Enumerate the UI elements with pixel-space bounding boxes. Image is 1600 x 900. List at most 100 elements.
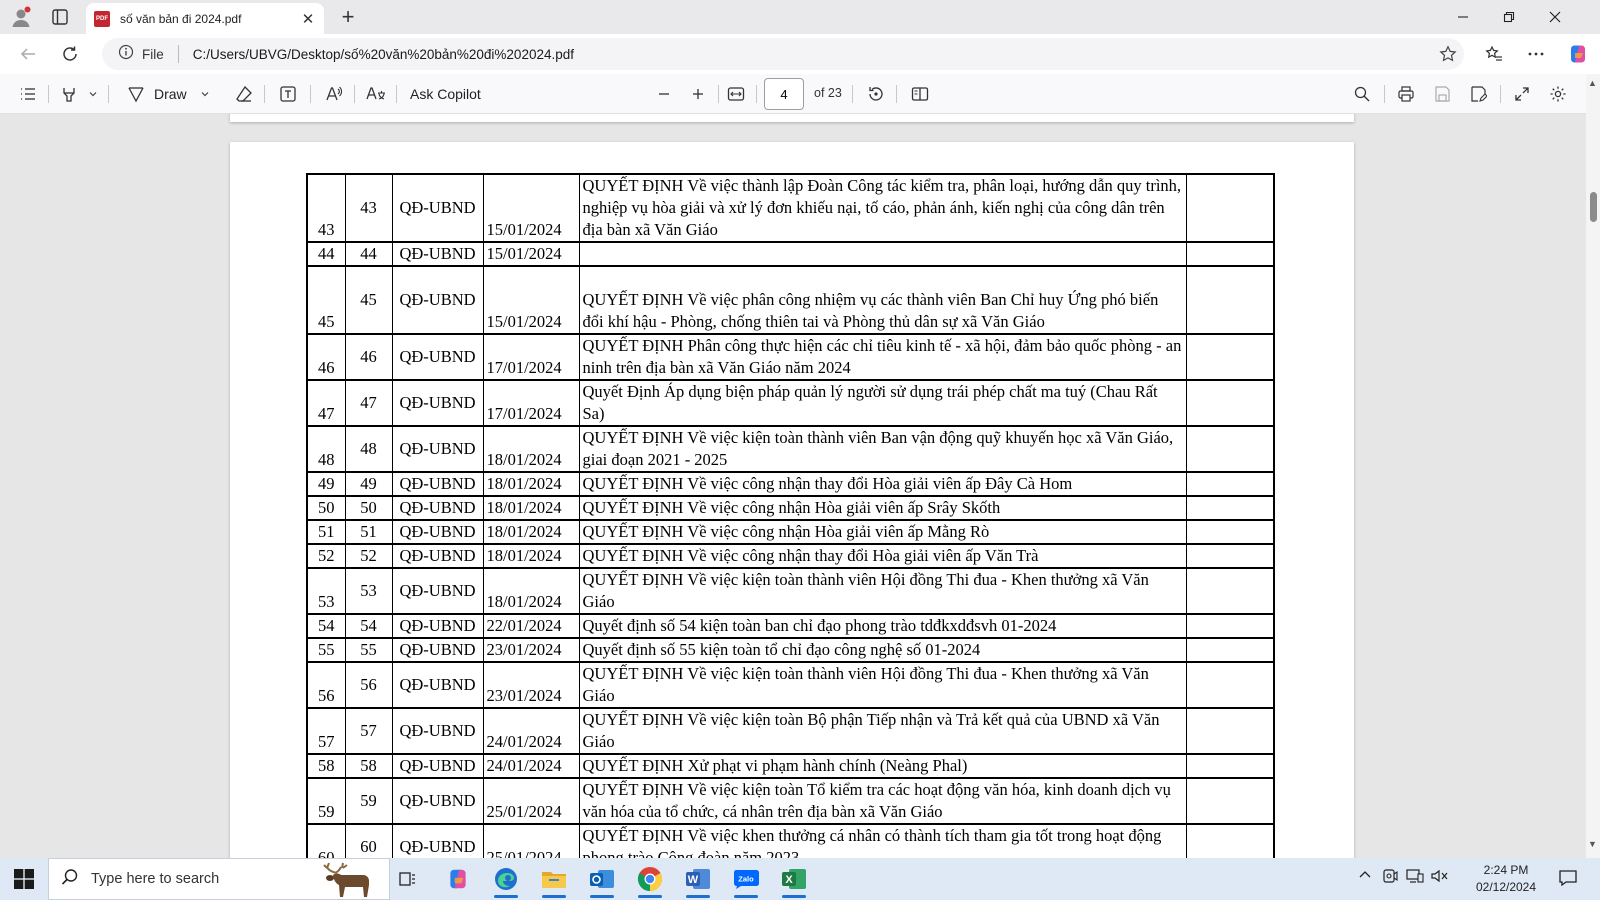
profile-icon[interactable]: [10, 6, 32, 28]
scroll-up-icon[interactable]: ▲: [1588, 78, 1597, 88]
word-icon[interactable]: W: [678, 862, 718, 898]
edge-browser-icon[interactable]: [486, 862, 526, 898]
zoom-out-icon[interactable]: [652, 82, 676, 106]
row-content-cell: QUYẾT ĐỊNH Về việc kiện toàn thành viên …: [578, 567, 1187, 615]
table-row: 52 52 QĐ-UBND 18/01/2024 QUYẾT ĐỊNH Về việc …: [306, 543, 1275, 569]
refresh-icon[interactable]: [58, 42, 82, 66]
draw-icon[interactable]: [124, 82, 148, 106]
row-date-cell: 18/01/2024: [482, 495, 580, 521]
zoom-in-icon[interactable]: [686, 82, 710, 106]
table-row: 58 58 QĐ-UBND 24/01/2024 QUYẾT ĐỊNH Xử phạt …: [306, 753, 1275, 779]
rotate-icon[interactable]: [864, 82, 888, 106]
task-view-icon[interactable]: [388, 862, 428, 896]
scrollbar-thumb[interactable]: [1590, 192, 1597, 222]
row-note-cell: [1185, 173, 1275, 243]
chrome-icon[interactable]: [630, 862, 670, 898]
scroll-down-icon[interactable]: ▼: [1588, 839, 1597, 849]
draw-button[interactable]: Draw: [154, 82, 187, 106]
toolbar-divider: [48, 85, 49, 103]
system-clock[interactable]: 2:24 PM 02/12/2024: [1470, 862, 1542, 896]
favorite-star-icon[interactable]: [1432, 45, 1464, 63]
outlook-icon[interactable]: [582, 862, 622, 898]
url-scheme-label: File: [142, 46, 164, 62]
toolbar-divider: [756, 85, 757, 103]
row-number-cell: 60: [344, 823, 393, 858]
tab-actions-icon[interactable]: [50, 7, 70, 27]
fullscreen-icon[interactable]: [1510, 82, 1534, 106]
taskbar: Type here to search W Zalo X 2:24 PM 02/…: [0, 858, 1600, 900]
volume-muted-icon[interactable]: [1430, 868, 1448, 887]
excel-icon[interactable]: X: [774, 862, 814, 898]
close-window-icon[interactable]: [1532, 0, 1578, 34]
file-explorer-icon[interactable]: [534, 862, 574, 898]
pdf-viewer[interactable]: 43 43 QĐ-UBND 15/01/2024 QUYẾT ĐỊNH Về việc …: [0, 114, 1586, 858]
row-date-cell: 23/01/2024: [482, 661, 580, 709]
tab-pdf[interactable]: PDF số văn bản đi 2024.pdf ✕: [86, 3, 324, 34]
row-number-cell: 45: [344, 265, 393, 335]
row-stt-cell: 43: [306, 173, 346, 243]
draw-dropdown-chevron-icon[interactable]: [198, 82, 212, 106]
translate-icon[interactable]: [364, 82, 388, 106]
restore-icon[interactable]: [1486, 0, 1532, 34]
row-number-cell: 46: [344, 333, 393, 381]
row-stt-cell: 45: [306, 265, 346, 335]
network-icon[interactable]: [1406, 868, 1424, 887]
row-date-cell: 22/01/2024: [482, 613, 580, 639]
clock-time: 2:24 PM: [1483, 863, 1529, 877]
back-icon[interactable]: [16, 42, 40, 66]
meet-now-icon[interactable]: [1382, 868, 1398, 887]
find-icon[interactable]: [1350, 82, 1374, 106]
row-code-cell: QĐ-UBND: [391, 753, 484, 779]
favorites-icon[interactable]: [1482, 42, 1506, 66]
vertical-scrollbar[interactable]: ▲ ▼: [1586, 74, 1600, 858]
row-number-cell: 51: [344, 519, 393, 545]
highlight-dropdown-chevron-icon[interactable]: [86, 82, 100, 106]
windows-start-icon[interactable]: [14, 869, 34, 889]
row-date-cell: 18/01/2024: [482, 567, 580, 615]
row-content-cell: QUYẾT ĐỊNH Xử phạt vi phạm hành chính (N…: [578, 753, 1187, 779]
tab-title: số văn bản đi 2024.pdf: [120, 11, 242, 26]
row-code-cell: QĐ-UBND: [391, 567, 484, 615]
text-box-icon[interactable]: [276, 82, 300, 106]
fit-width-icon[interactable]: [724, 82, 748, 106]
row-date-cell: 15/01/2024: [482, 265, 580, 335]
toolbar-divider: [264, 85, 265, 103]
minimize-icon[interactable]: [1440, 0, 1486, 34]
copilot-app-icon[interactable]: [438, 862, 478, 896]
toolbar-divider: [310, 85, 311, 103]
row-stt-cell: 57: [306, 707, 346, 755]
new-tab-icon[interactable]: +: [336, 5, 360, 29]
page-number-input[interactable]: [764, 78, 804, 110]
row-note-cell: [1185, 567, 1275, 615]
row-code-cell: QĐ-UBND: [391, 379, 484, 427]
toolbar-divider: [1500, 85, 1501, 103]
row-content-cell: Quyết Định Áp dụng biện pháp quản lý ngư…: [578, 379, 1187, 427]
ask-copilot-button[interactable]: Ask Copilot: [410, 82, 481, 106]
info-icon[interactable]: [118, 44, 134, 65]
contents-icon[interactable]: [16, 82, 40, 106]
row-number-cell: 53: [344, 567, 393, 615]
highlight-icon[interactable]: [58, 82, 80, 106]
read-aloud-icon[interactable]: [322, 82, 346, 106]
print-icon[interactable]: [1394, 82, 1418, 106]
save-as-icon[interactable]: [1466, 82, 1490, 106]
hidden-icons-chevron-icon[interactable]: [1358, 868, 1372, 885]
table-row: 50 50 QĐ-UBND 18/01/2024 QUYẾT ĐỊNH Về việc …: [306, 495, 1275, 521]
row-number-cell: 58: [344, 753, 393, 779]
table-row: 51 51 QĐ-UBND 18/01/2024 QUYẾT ĐỊNH Về việc …: [306, 519, 1275, 545]
page-view-icon[interactable]: [908, 82, 932, 106]
settings-gear-icon[interactable]: [1546, 82, 1570, 106]
row-stt-cell: 60: [306, 823, 346, 858]
notification-icon[interactable]: [1558, 868, 1580, 890]
copilot-icon[interactable]: [1566, 42, 1590, 66]
eraser-icon[interactable]: [232, 82, 256, 106]
more-options-icon[interactable]: [1524, 42, 1548, 66]
taskbar-search-box[interactable]: Type here to search: [48, 858, 390, 900]
close-tab-icon[interactable]: ✕: [300, 10, 316, 28]
save-icon[interactable]: [1430, 82, 1454, 106]
url-box[interactable]: File C:/Users/UBVG/Desktop/số%20văn%20bả…: [102, 38, 1464, 70]
row-number-cell: 54: [344, 613, 393, 639]
url-text[interactable]: C:/Users/UBVG/Desktop/số%20văn%20bản%20đ…: [193, 47, 1432, 62]
row-note-cell: [1185, 519, 1275, 545]
zalo-icon[interactable]: Zalo: [726, 862, 766, 898]
